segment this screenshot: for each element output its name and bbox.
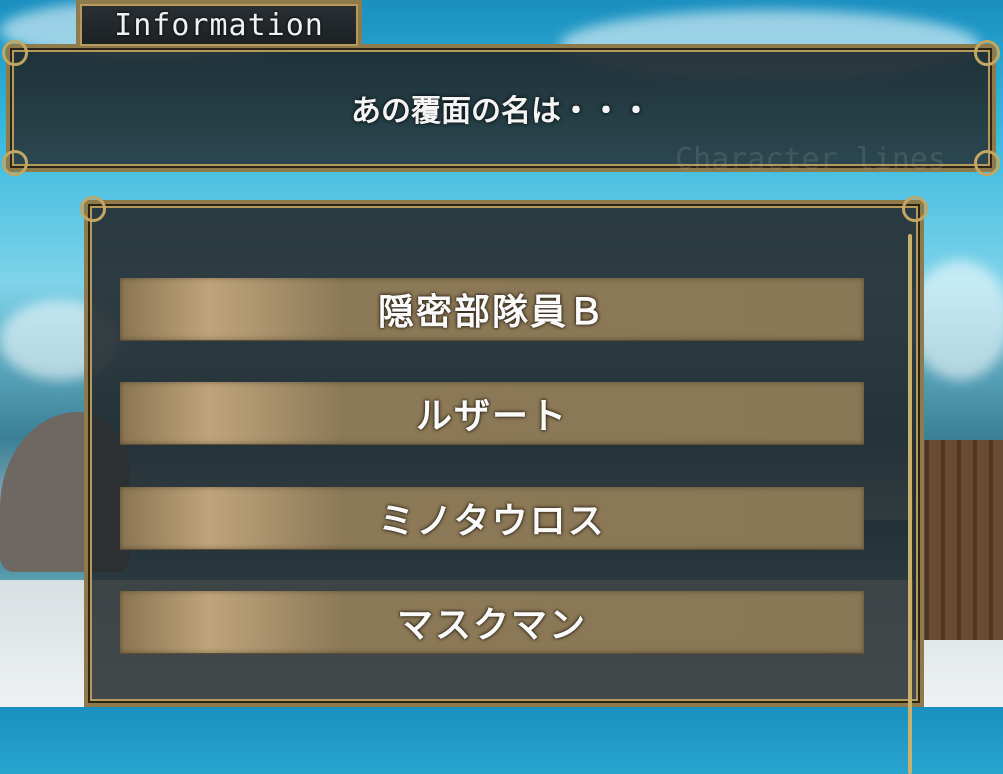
information-panel: あの覆面の名は・・・ Character lines (2, 40, 1000, 177)
choice-panel: 隠密部隊員Ｂ ルザート ミノタウロス マスクマン (80, 196, 928, 774)
corner-ornament-icon (80, 196, 106, 222)
choice-button-1[interactable]: 隠密部隊員Ｂ (120, 278, 864, 340)
corner-ornament-icon (2, 150, 28, 176)
choice-button-4[interactable]: マスクマン (120, 591, 864, 653)
choice-label: マスクマン (396, 605, 587, 646)
corner-ornament-icon (902, 196, 928, 222)
wooden-dock (913, 440, 1003, 640)
character-lines-watermark: Character lines (675, 142, 946, 177)
choice-label: ルザート (415, 396, 568, 437)
scrollbar[interactable] (908, 234, 912, 774)
choice-button-3[interactable]: ミノタウロス (120, 487, 864, 549)
corner-ornament-icon (2, 40, 28, 66)
information-tab: Information (76, 0, 362, 46)
message-text: あの覆面の名は・・・ (351, 94, 651, 129)
choice-label: ミノタウロス (378, 501, 606, 542)
corner-ornament-icon (974, 150, 1000, 176)
choice-label: 隠密部隊員Ｂ (377, 292, 606, 333)
corner-ornament-icon (974, 40, 1000, 66)
information-tab-label: Information (114, 7, 324, 43)
choice-button-2[interactable]: ルザート (120, 382, 864, 444)
